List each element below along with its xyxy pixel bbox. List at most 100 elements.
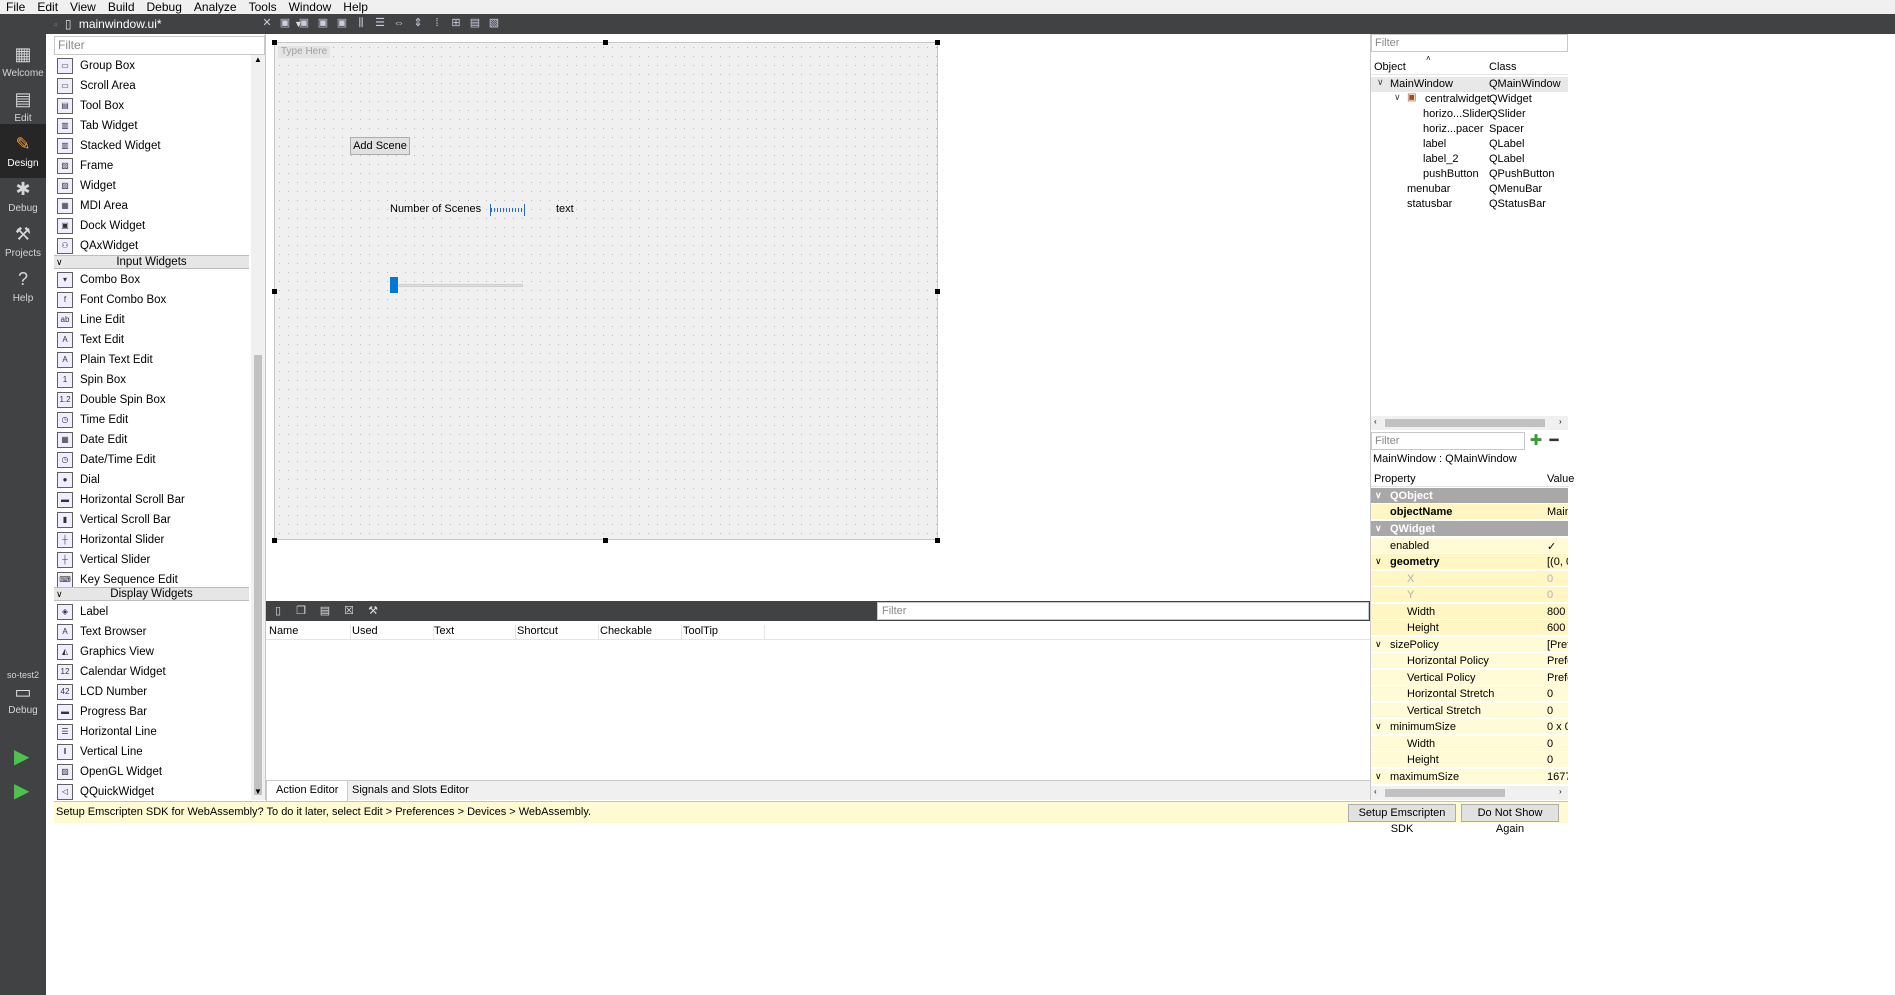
widget-item[interactable]: 1.2 Double Spin Box bbox=[54, 390, 249, 410]
object-filter-input[interactable]: Filter bbox=[1371, 34, 1568, 52]
category-input-widgets[interactable]: ∨ Input Widgets bbox=[54, 255, 249, 269]
object-hscrollbar[interactable]: ‹ › bbox=[1371, 416, 1568, 430]
widget-item[interactable]: A Text Browser bbox=[54, 622, 249, 642]
property-row[interactable]: ∨ geometry [(0, 0), 800 x 600] bbox=[1371, 554, 1568, 570]
widget-item[interactable]: ┼ Horizontal Slider bbox=[54, 530, 249, 550]
column-header[interactable]: Object bbox=[1374, 61, 1406, 73]
resize-handle[interactable] bbox=[272, 289, 277, 294]
layout-form-icon[interactable]: ⊞ bbox=[449, 17, 463, 30]
property-row[interactable]: Horizontal Policy Preferred bbox=[1371, 653, 1568, 669]
number-of-scenes-label[interactable]: Number of Scenes bbox=[390, 203, 481, 215]
menu-edit[interactable]: Edit bbox=[31, 0, 64, 14]
property-value[interactable]: 0 x 0 bbox=[1547, 721, 1568, 733]
tree-row[interactable]: ∨ MainWindow QMainWindow bbox=[1371, 77, 1568, 92]
close-icon[interactable]: ✕ bbox=[260, 17, 274, 30]
widget-item[interactable]: ▣ Dock Widget bbox=[54, 216, 249, 236]
property-row[interactable]: ∨ maximumSize 16777215 x 16777215 bbox=[1371, 769, 1568, 785]
widget-item[interactable]: ◈ Label bbox=[54, 602, 249, 622]
property-group[interactable]: ∨ QWidget bbox=[1371, 521, 1568, 537]
property-row[interactable]: Width 800 bbox=[1371, 604, 1568, 620]
menu-build[interactable]: Build bbox=[102, 0, 141, 14]
column-header[interactable]: Class bbox=[1489, 61, 1517, 73]
widget-item[interactable]: ◷ Date/Time Edit bbox=[54, 450, 249, 470]
widget-item[interactable]: 1 Spin Box bbox=[54, 370, 249, 390]
tab-signals-slots[interactable]: Signals and Slots Editor bbox=[343, 781, 478, 801]
column-header[interactable]: ToolTip bbox=[683, 625, 765, 639]
layout-splitter-v-icon[interactable]: ⇕ bbox=[411, 17, 425, 30]
edit-tab-order-icon[interactable]: ▣ bbox=[335, 17, 349, 30]
tree-row[interactable]: menubar QMenuBar bbox=[1371, 182, 1568, 197]
layout-horizontal-icon[interactable]: ⫼ bbox=[354, 17, 368, 30]
widget-item[interactable]: ab Line Edit bbox=[54, 310, 249, 330]
property-row[interactable]: objectName MainWindow bbox=[1371, 504, 1568, 520]
do-not-show-again-button[interactable]: Do Not Show Again bbox=[1461, 804, 1559, 835]
horizontal-slider[interactable] bbox=[392, 284, 523, 287]
menu-window[interactable]: Window bbox=[283, 0, 338, 14]
widget-item[interactable]: ▥ Tab Widget bbox=[54, 116, 249, 136]
property-filter-input[interactable]: Filter bbox=[1371, 432, 1525, 450]
widget-item[interactable]: ◁ QQuickWidget bbox=[54, 782, 249, 802]
form-canvas[interactable] bbox=[274, 42, 938, 540]
widget-item[interactable]: ▨ OpenGL Widget bbox=[54, 762, 249, 782]
checkbox-checked-icon[interactable]: ✓ bbox=[1547, 540, 1568, 553]
configure-icon[interactable]: ⚒ bbox=[366, 604, 380, 618]
tree-row[interactable]: ∨ ▣ centralwidget QWidget bbox=[1371, 92, 1568, 107]
column-header[interactable]: Text bbox=[434, 625, 516, 639]
add-scene-button[interactable]: Add Scene bbox=[350, 137, 410, 155]
widget-item[interactable]: ☰ Horizontal Line bbox=[54, 722, 249, 742]
property-row[interactable]: Width 0 bbox=[1371, 736, 1568, 752]
property-value[interactable]: 800 bbox=[1547, 606, 1568, 618]
widget-item[interactable]: ▦ Date Edit bbox=[54, 430, 249, 450]
widget-item[interactable]: ▨ Frame bbox=[54, 156, 249, 176]
property-row[interactable]: X0 bbox=[1371, 571, 1568, 587]
edit-buddies-icon[interactable]: ▣ bbox=[316, 17, 330, 30]
add-property-icon[interactable]: ✚ bbox=[1528, 432, 1544, 450]
action-filter-input[interactable]: Filter bbox=[877, 602, 1369, 620]
widget-item[interactable]: ▮ Vertical Scroll Bar bbox=[54, 510, 249, 530]
paste-action-icon[interactable]: ▤ bbox=[318, 604, 332, 618]
column-header[interactable]: Property bbox=[1374, 473, 1416, 485]
widget-item[interactable]: ● Dial bbox=[54, 470, 249, 490]
setup-emscripten-button[interactable]: Setup Emscripten SDK bbox=[1348, 804, 1456, 835]
property-value[interactable]: MainWindow bbox=[1547, 506, 1568, 518]
widget-item[interactable]: ┼ Vertical Slider bbox=[54, 550, 249, 570]
column-header[interactable]: Name bbox=[269, 625, 351, 639]
property-value[interactable]: 0 bbox=[1547, 688, 1568, 700]
resize-handle[interactable] bbox=[935, 538, 940, 543]
property-value[interactable]: 0 bbox=[1547, 705, 1568, 717]
resize-handle[interactable] bbox=[935, 40, 940, 45]
menu-help[interactable]: Help bbox=[337, 0, 374, 14]
delete-action-icon[interactable]: ☒ bbox=[342, 604, 356, 618]
widget-item[interactable]: ▥ Stacked Widget bbox=[54, 136, 249, 156]
tree-row[interactable]: horiz...pacer Spacer bbox=[1371, 122, 1568, 137]
widget-item[interactable]: ◭ Graphics View bbox=[54, 642, 249, 662]
column-header[interactable]: Used bbox=[352, 625, 434, 639]
property-value[interactable]: 0 bbox=[1547, 573, 1568, 585]
tree-row[interactable]: statusbar QStatusBar bbox=[1371, 197, 1568, 212]
widget-item[interactable]: ▭ Group Box bbox=[54, 56, 249, 76]
scrollbar-thumb[interactable] bbox=[1385, 789, 1505, 797]
horizontal-spacer[interactable] bbox=[490, 204, 525, 216]
widget-item[interactable]: f Font Combo Box bbox=[54, 290, 249, 310]
menu-analyze[interactable]: Analyze bbox=[188, 0, 243, 14]
widget-item[interactable]: ▭ Scroll Area bbox=[54, 76, 249, 96]
menu-debug[interactable]: Debug bbox=[141, 0, 188, 14]
property-row[interactable]: ∨ sizePolicy [Preferred, Preferred, 0, 0] bbox=[1371, 637, 1568, 653]
adjust-size-icon[interactable]: ▧ bbox=[487, 17, 501, 30]
widget-item[interactable]: ‖ Vertical Line bbox=[54, 742, 249, 762]
resize-handle[interactable] bbox=[272, 40, 277, 45]
menu-view[interactable]: View bbox=[64, 0, 102, 14]
property-row[interactable]: Y0 bbox=[1371, 587, 1568, 603]
column-header[interactable]: Value bbox=[1547, 473, 1574, 485]
property-row[interactable]: Height 0 bbox=[1371, 752, 1568, 768]
property-value[interactable]: 0 bbox=[1547, 754, 1568, 766]
property-row[interactable]: Horizontal Stretch 0 bbox=[1371, 686, 1568, 702]
slider-handle[interactable] bbox=[390, 277, 398, 293]
text-label[interactable]: text bbox=[556, 203, 574, 215]
resize-handle[interactable] bbox=[272, 538, 277, 543]
debug-run-button[interactable]: ▶ bbox=[14, 778, 29, 803]
widget-item[interactable]: ▾ Combo Box bbox=[54, 270, 249, 290]
widget-item[interactable]: A Text Edit bbox=[54, 330, 249, 350]
layout-splitter-h-icon[interactable]: ⇔ bbox=[392, 17, 406, 30]
property-value[interactable]: 600 bbox=[1547, 622, 1568, 634]
